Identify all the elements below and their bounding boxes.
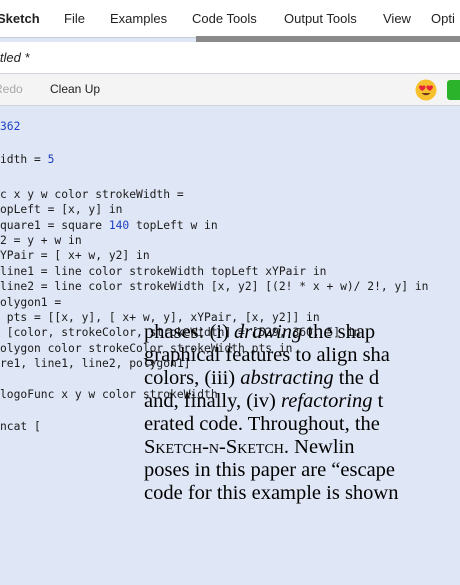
overlay-text-line: Sketch-n-Sketch. Newlin: [144, 436, 355, 458]
code-toolbar: Redo Clean Up: [0, 74, 460, 106]
code-text: line2 = line color strokeWidth [x, y2] […: [0, 280, 429, 293]
code-number-literal: 362: [0, 120, 21, 133]
code-line[interactable]: c x y w color strokeWidth =: [0, 188, 184, 202]
overlay-text-line: colors, (iii) abstracting the d: [144, 367, 380, 389]
menu-output-tools[interactable]: Output Tools: [284, 11, 357, 26]
code-text: c x y w color strokeWidth =: [0, 188, 184, 201]
code-line[interactable]: opLeft = [x, y] in: [0, 203, 122, 217]
code-text: line1 = line color strokeWidth topLeft x…: [0, 265, 327, 278]
overlay-text-line: and, finally, (iv) refactoring t: [144, 390, 384, 412]
code-text: quare1 = square: [0, 219, 109, 232]
code-line[interactable]: line1 = line color strokeWidth topLeft x…: [0, 265, 326, 279]
code-line[interactable]: 362: [0, 120, 20, 134]
heart-eyes-emoji-icon[interactable]: [415, 79, 437, 101]
menu-bar: Sketch File Examples Code Tools Output T…: [0, 0, 460, 38]
document-title: itled *: [0, 50, 30, 65]
code-text: idth =: [0, 153, 48, 166]
code-text: opLeft = [x, y] in: [0, 203, 123, 216]
overlay-text-line: poses in this paper are “escape: [144, 459, 396, 481]
overlay-text-line: graphical features to align sha: [144, 344, 390, 366]
code-text: olygon1 =: [0, 296, 62, 309]
code-line[interactable]: olygon1 =: [0, 296, 61, 310]
overlay-text-line: code for this example is shown: [144, 482, 399, 504]
clean-up-button[interactable]: Clean Up: [50, 82, 100, 96]
overlay-text-line: erated code. Throughout, the: [144, 413, 380, 435]
menu-file[interactable]: File: [64, 11, 85, 26]
menu-examples[interactable]: Examples: [110, 11, 167, 26]
code-line[interactable]: ncat [: [0, 420, 41, 434]
menu-sketch[interactable]: Sketch: [0, 11, 40, 26]
code-number-literal: 140: [108, 219, 130, 232]
code-line[interactable]: idth = 5: [0, 153, 54, 167]
code-line[interactable]: 2 = y + w in: [0, 234, 82, 248]
code-editor[interactable]: 362 idth = 5 c x y w color strokeWidth = op…: [0, 107, 460, 585]
overlay-text-line: phases: (i) drawing the shap: [144, 321, 376, 343]
code-text: 2 = y + w in: [0, 234, 82, 247]
run-button[interactable]: [447, 80, 460, 100]
redo-button[interactable]: Redo: [0, 82, 23, 96]
menu-view[interactable]: View: [383, 11, 411, 26]
code-text: YPair = [ x+ w, y2] in: [0, 249, 150, 262]
menu-code-tools[interactable]: Code Tools: [192, 11, 257, 26]
code-line[interactable]: line2 = line color strokeWidth [x, y2] […: [0, 280, 428, 294]
menu-options[interactable]: Opti: [431, 11, 455, 26]
code-text: ncat [: [0, 420, 41, 433]
code-line[interactable]: quare1 = square 140 topLeft w in: [0, 219, 218, 233]
code-number-literal: 5: [47, 153, 55, 166]
code-line[interactable]: YPair = [ x+ w, y2] in: [0, 249, 150, 263]
code-text: topLeft w in: [129, 219, 218, 232]
document-title-bar: itled *: [0, 42, 460, 74]
